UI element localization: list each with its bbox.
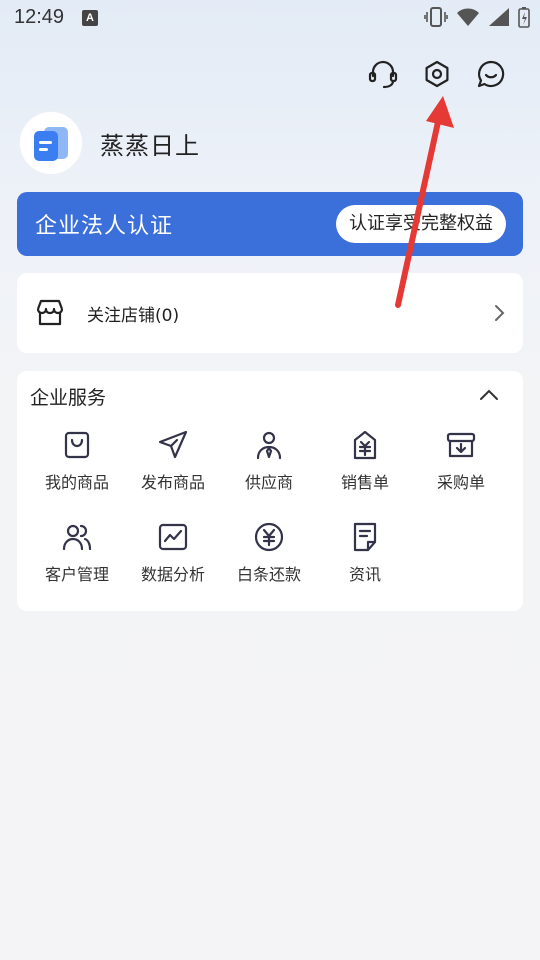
service-credit-repayment[interactable]: 白条还款 xyxy=(221,519,317,585)
top-action-bar xyxy=(356,56,518,92)
notification-a-icon: A xyxy=(82,10,98,26)
service-label: 供应商 xyxy=(244,473,293,492)
chevron-right-icon xyxy=(491,303,507,323)
status-icons xyxy=(424,6,530,28)
purchase-box-icon xyxy=(443,427,479,463)
service-label: 销售单 xyxy=(340,473,389,492)
service-label: 资讯 xyxy=(348,565,381,584)
service-label: 数据分析 xyxy=(140,565,205,584)
services-title: 企业服务 xyxy=(30,387,107,409)
service-supplier[interactable]: 供应商 xyxy=(221,427,317,493)
profile-name: 蒸蒸日上 xyxy=(100,131,200,160)
service-label: 采购单 xyxy=(436,473,485,492)
enterprise-certification-banner[interactable]: 企业法人认证 认证享受完整权益 xyxy=(17,192,523,256)
service-label: 我的商品 xyxy=(44,473,109,492)
signal-icon xyxy=(488,7,510,27)
settings-icon[interactable] xyxy=(410,56,464,92)
followed-stores-label: 关注店铺(0) xyxy=(87,305,180,326)
avatar[interactable] xyxy=(20,112,82,174)
news-doc-icon xyxy=(347,519,383,555)
app-logo-icon xyxy=(34,127,68,161)
service-data-analysis[interactable]: 数据分析 xyxy=(125,519,221,585)
yuan-coin-icon xyxy=(251,519,287,555)
status-bar: 12:49 A xyxy=(0,0,540,36)
shopping-bag-icon xyxy=(59,427,95,463)
service-label: 白条还款 xyxy=(236,565,301,584)
customer-service-icon[interactable] xyxy=(356,56,410,92)
wifi-icon xyxy=(456,7,480,27)
service-label: 客户管理 xyxy=(44,565,109,584)
store-icon xyxy=(33,296,67,330)
status-time: 12:49 xyxy=(14,6,65,28)
services-grid: 我的商品 发布商品 供应商 销售单 采购单 客户管理 数据分析 白条还款 资讯 xyxy=(29,427,513,585)
supplier-person-icon xyxy=(251,427,287,463)
service-purchase-order[interactable]: 采购单 xyxy=(413,427,509,493)
sales-tag-icon xyxy=(347,427,383,463)
profile-section[interactable]: 蒸蒸日上 xyxy=(20,112,200,174)
service-customer-management[interactable]: 客户管理 xyxy=(29,519,125,585)
vibrate-icon xyxy=(424,6,448,28)
followed-stores-row[interactable]: 关注店铺(0) xyxy=(17,273,523,353)
chevron-up-icon[interactable] xyxy=(479,387,499,403)
service-news[interactable]: 资讯 xyxy=(317,519,413,585)
service-publish-product[interactable]: 发布商品 xyxy=(125,427,221,493)
certification-title: 企业法人认证 xyxy=(35,214,174,239)
chart-icon xyxy=(155,519,191,555)
send-icon xyxy=(155,427,191,463)
service-sales-order[interactable]: 销售单 xyxy=(317,427,413,493)
certification-button[interactable]: 认证享受完整权益 xyxy=(336,205,506,243)
message-icon[interactable] xyxy=(464,56,518,92)
battery-icon xyxy=(518,6,530,28)
enterprise-services-card: 企业服务 我的商品 发布商品 供应商 销售单 采购单 客户管理 数据分析 白条还… xyxy=(17,371,523,611)
service-my-products[interactable]: 我的商品 xyxy=(29,427,125,493)
service-label: 发布商品 xyxy=(140,473,205,492)
users-icon xyxy=(59,519,95,555)
